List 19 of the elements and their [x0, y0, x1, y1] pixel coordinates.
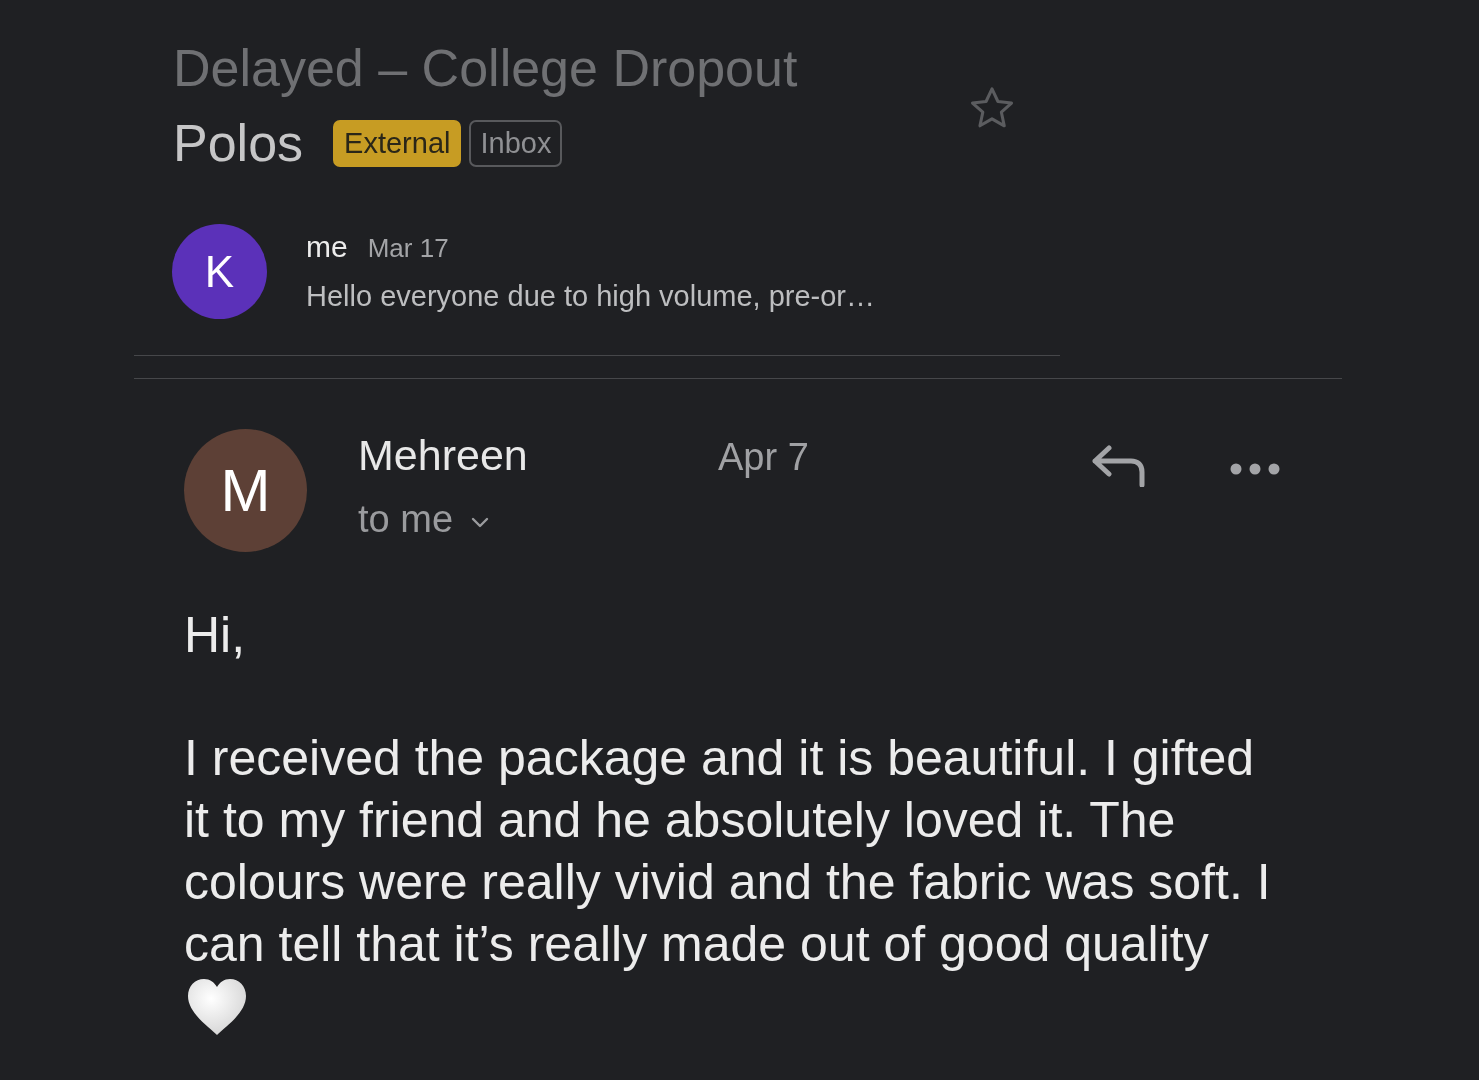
chevron-down-icon	[471, 517, 490, 528]
message-date: Apr 7	[718, 436, 809, 479]
email-greeting: Hi,	[184, 606, 246, 665]
reply-icon[interactable]	[1091, 445, 1147, 487]
message-snippet: Hello everyone due to high volume, pre-or…	[306, 280, 876, 313]
more-options-icon[interactable]	[1230, 463, 1280, 475]
sender-name: Mehreen	[358, 431, 529, 480]
label-tag: Inbox	[469, 120, 563, 167]
recipients-toggle[interactable]: to me	[358, 498, 490, 541]
avatar: K	[172, 224, 267, 319]
message-date: Mar 17	[367, 233, 449, 264]
email-subject: Polos	[173, 113, 304, 174]
avatar: M	[184, 429, 307, 552]
email-subject: Delayed – College Dropout	[173, 38, 798, 99]
star-icon[interactable]	[969, 86, 1015, 130]
heart-icon	[187, 978, 247, 1036]
label-tag: External	[333, 120, 462, 167]
sender-name: me	[306, 230, 348, 264]
email-body: I received the package and it is beautiful. I gifted it to my friend and he absolutely loved it. The colours were really vivid and the fabric was soft. I can tell that it’s really made out of good quality	[184, 729, 1272, 974]
